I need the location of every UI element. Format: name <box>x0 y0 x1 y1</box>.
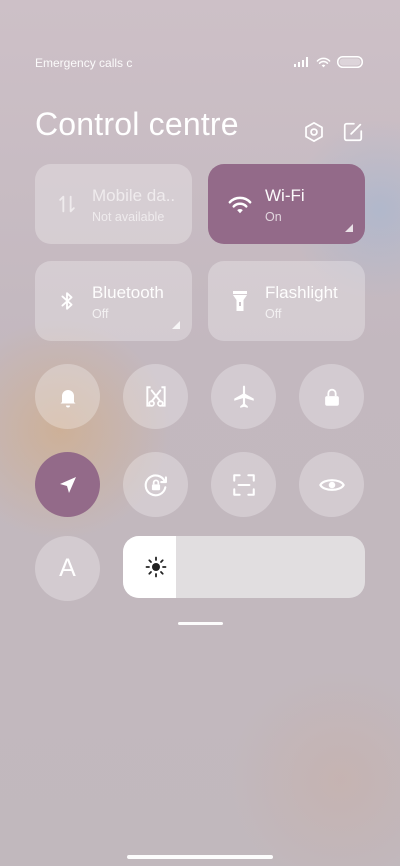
wifi-icon <box>226 190 254 218</box>
brightness-slider[interactable] <box>123 536 365 598</box>
scanner-toggle[interactable] <box>211 452 276 517</box>
auto-brightness-glyph: A <box>59 554 76 582</box>
reading-mode-toggle[interactable] <box>299 452 364 517</box>
settings-icon[interactable] <box>303 121 325 143</box>
carrier-text: Emergency calls c <box>35 56 133 70</box>
tile-wifi[interactable]: Wi-Fi On <box>208 164 365 244</box>
edit-icon[interactable] <box>342 121 364 143</box>
tile-flashlight[interactable]: Flashlight Off <box>208 261 365 341</box>
eye-icon <box>318 478 345 491</box>
rotation-lock-icon <box>144 473 167 496</box>
tile-status: On <box>265 210 282 224</box>
expand-corner-icon[interactable] <box>345 224 353 232</box>
battery-icon <box>337 56 363 68</box>
tile-label: Flashlight <box>265 283 338 302</box>
tile-bluetooth[interactable]: Bluetooth Off <box>35 261 192 341</box>
signal-icon <box>294 57 308 67</box>
tile-status: Off <box>265 307 282 321</box>
lock-screen-toggle[interactable] <box>299 364 364 429</box>
location-arrow-icon <box>59 476 76 493</box>
flashlight-icon <box>226 287 254 315</box>
sun-icon <box>145 556 167 578</box>
rotation-lock-toggle[interactable] <box>123 452 188 517</box>
expand-corner-icon[interactable] <box>172 321 180 329</box>
location-toggle[interactable] <box>35 452 100 517</box>
auto-brightness-button[interactable]: A <box>35 536 100 601</box>
home-indicator[interactable] <box>127 855 273 859</box>
scan-icon <box>232 473 255 496</box>
status-bar: Emergency calls c <box>35 56 363 72</box>
page-title: Control centre <box>35 106 239 142</box>
tile-status: Not available <box>92 210 165 224</box>
bell-icon <box>60 389 75 407</box>
tile-mobile-data[interactable]: Mobile da.. Not available <box>35 164 192 244</box>
lock-icon <box>324 388 339 406</box>
mobile-data-icon <box>53 190 81 218</box>
ringer-toggle[interactable] <box>35 364 100 429</box>
screenshot-toggle[interactable] <box>123 364 188 429</box>
drag-handle[interactable] <box>178 622 223 625</box>
tile-label: Bluetooth <box>92 283 164 302</box>
scissors-icon <box>145 385 166 407</box>
bluetooth-icon <box>53 287 81 315</box>
airplane-icon <box>233 385 254 408</box>
airplane-mode-toggle[interactable] <box>211 364 276 429</box>
wifi-icon <box>316 57 331 67</box>
tile-label: Mobile da.. <box>92 186 176 205</box>
tile-status: Off <box>92 307 109 321</box>
tile-label: Wi-Fi <box>265 186 305 205</box>
status-icons <box>294 56 363 68</box>
